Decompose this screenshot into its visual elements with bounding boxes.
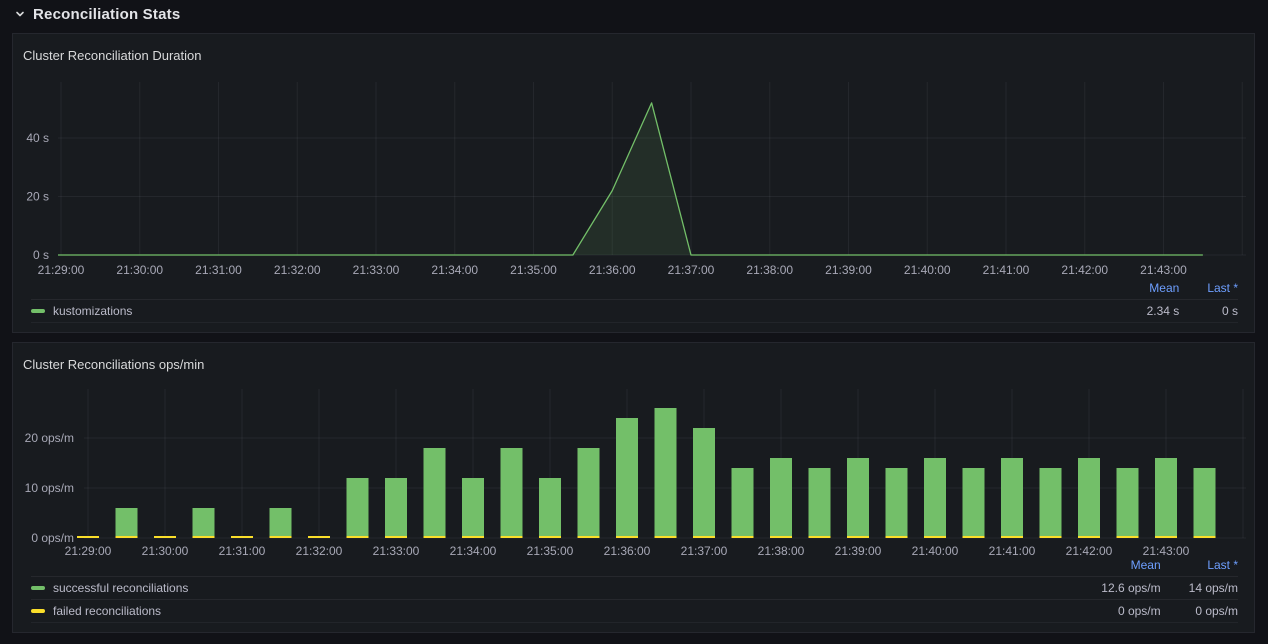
series-toggle-kustomizations[interactable]: kustomizations xyxy=(31,304,1119,318)
svg-text:0 s: 0 s xyxy=(33,248,49,262)
svg-text:21:30:00: 21:30:00 xyxy=(116,263,163,277)
duration-area-chart[interactable]: 0 s 20 s 40 s 21:29:00 21:30:00 21:31:00 21:32… xyxy=(13,74,1254,279)
svg-text:21:38:00: 21:38:00 xyxy=(746,263,793,277)
legend-series-column xyxy=(31,278,1119,300)
series-toggle-failed-reconciliations[interactable]: failed reconciliations xyxy=(31,604,1073,618)
legend-row: kustomizations 2.34 s 0 s xyxy=(31,300,1238,323)
svg-text:21:34:00: 21:34:00 xyxy=(431,263,478,277)
panel-title[interactable]: Cluster Reconciliation Duration xyxy=(23,48,201,63)
series-mean-value: 2.34 s xyxy=(1119,300,1180,323)
series-label: kustomizations xyxy=(53,304,132,318)
series-label: successful reconciliations xyxy=(53,581,188,595)
svg-text:21:40:00: 21:40:00 xyxy=(904,263,951,277)
svg-text:21:43:00: 21:43:00 xyxy=(1140,263,1187,277)
svg-text:0 ops/m: 0 ops/m xyxy=(31,531,74,545)
legend: Mean Last * successful reconciliations 1… xyxy=(13,555,1254,623)
series-color-swatch xyxy=(31,586,45,590)
reconciliations-bar-chart[interactable]: 0 ops/m10 ops/m20 ops/m21:29:0021:30:002… xyxy=(13,383,1254,558)
row-title: Reconciliation Stats xyxy=(33,6,180,23)
svg-text:10 ops/m: 10 ops/m xyxy=(25,481,74,495)
svg-text:21:39:00: 21:39:00 xyxy=(825,263,872,277)
panel-cluster-reconciliations-ops-min: Cluster Reconciliations ops/min 0 ops/m1… xyxy=(12,342,1255,633)
legend-row: successful reconciliations 12.6 ops/m 14… xyxy=(31,577,1238,600)
series-last-value: 0 s xyxy=(1179,300,1238,323)
svg-text:21:42:00: 21:42:00 xyxy=(1061,263,1108,277)
legend-sort-last[interactable]: Last * xyxy=(1179,278,1238,300)
svg-text:21:35:00: 21:35:00 xyxy=(510,263,557,277)
series-label: failed reconciliations xyxy=(53,604,161,618)
panel-cluster-reconciliation-duration: Cluster Reconciliation Duration 0 s 20 s 4… xyxy=(12,33,1255,333)
svg-text:21:29:00: 21:29:00 xyxy=(38,263,85,277)
svg-text:20 s: 20 s xyxy=(26,190,49,204)
series-color-swatch xyxy=(31,609,45,613)
svg-text:21:36:00: 21:36:00 xyxy=(589,263,636,277)
legend-sort-mean[interactable]: Mean xyxy=(1073,555,1160,577)
series-mean-value: 12.6 ops/m xyxy=(1073,577,1160,600)
legend: Mean Last * kustomizations 2.34 s 0 s xyxy=(13,278,1254,323)
chevron-down-icon xyxy=(14,8,26,20)
series-mean-value: 0 ops/m xyxy=(1073,600,1160,623)
legend-row: failed reconciliations 0 ops/m 0 ops/m xyxy=(31,600,1238,623)
legend-header-row: Mean Last * xyxy=(31,278,1238,300)
legend-sort-last[interactable]: Last * xyxy=(1161,555,1238,577)
svg-text:21:41:00: 21:41:00 xyxy=(983,263,1030,277)
svg-text:21:32:00: 21:32:00 xyxy=(274,263,321,277)
svg-text:40 s: 40 s xyxy=(26,131,49,145)
series-last-value: 0 ops/m xyxy=(1161,600,1238,623)
series-toggle-successful-reconciliations[interactable]: successful reconciliations xyxy=(31,581,1073,595)
svg-text:21:37:00: 21:37:00 xyxy=(668,263,715,277)
svg-text:21:31:00: 21:31:00 xyxy=(195,263,242,277)
dashboard-row-header[interactable]: Reconciliation Stats xyxy=(0,0,1268,28)
legend-sort-mean[interactable]: Mean xyxy=(1119,278,1180,300)
svg-text:20 ops/m: 20 ops/m xyxy=(25,431,74,445)
legend-series-column xyxy=(31,555,1073,577)
legend-header-row: Mean Last * xyxy=(31,555,1238,577)
svg-text:21:33:00: 21:33:00 xyxy=(353,263,400,277)
panel-title[interactable]: Cluster Reconciliations ops/min xyxy=(23,357,204,372)
series-color-swatch xyxy=(31,309,45,313)
series-last-value: 14 ops/m xyxy=(1161,577,1238,600)
